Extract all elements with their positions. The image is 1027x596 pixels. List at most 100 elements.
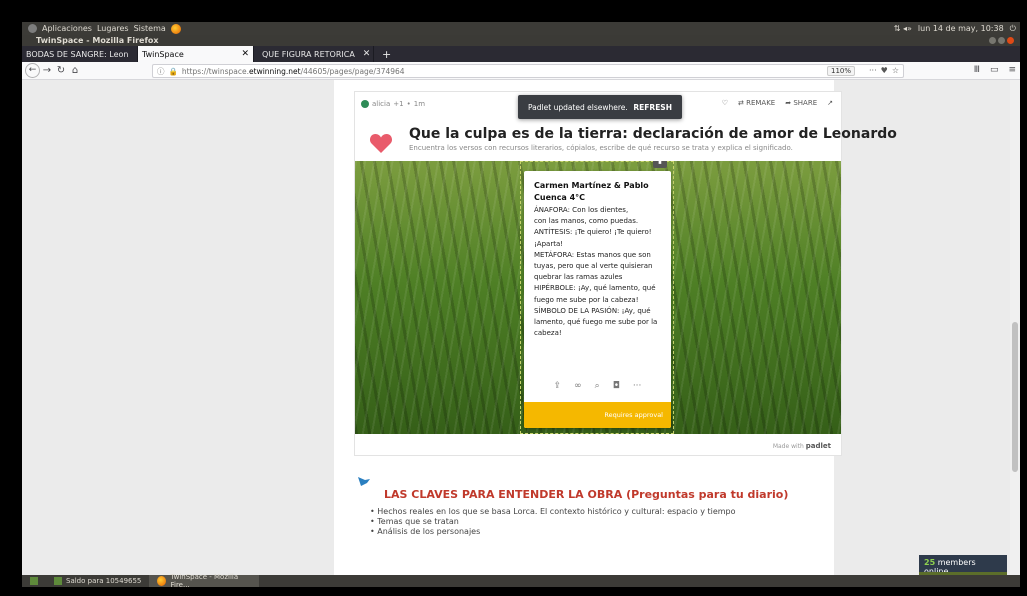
more-icon[interactable]: ··· [869, 66, 877, 75]
refresh-button[interactable]: REFRESH [633, 103, 672, 112]
padlet-title: Que la culpa es de la tierra: declaració… [409, 126, 897, 142]
padlet-embed: alicia +1 • 1m Padlet updated elsewhere.… [354, 91, 897, 456]
nav-bar: ← → ↻ ⌂ ⓘ 🔒 https://twinspace.etwinning.… [22, 62, 1020, 80]
task-firefox[interactable]: TwinSpace - Mozilla Fire... [149, 573, 260, 587]
tab-label: QUE FIGURA RETORICA [262, 49, 355, 59]
app-menu: Aplicaciones Lugares Sistema [28, 23, 181, 34]
zoom-level[interactable]: 110% [826, 66, 855, 76]
share-button[interactable]: ➦ SHARE [785, 99, 817, 107]
clock[interactable]: lun 14 de may, 10:38 [918, 24, 1004, 33]
url-text: https://twinspace.etwinning.net/44605/pa… [181, 66, 405, 76]
avatar [361, 100, 369, 108]
maximize-button[interactable] [998, 37, 1005, 44]
firefox-launcher-icon[interactable] [170, 23, 181, 34]
post-author: Carmen Martínez & Pablo Cuenca 4°C [534, 181, 649, 202]
menu-aplicaciones[interactable]: Aplicaciones [42, 24, 92, 33]
home-button[interactable]: ⌂ [68, 65, 82, 76]
requires-approval-bar: Requires approval [524, 402, 671, 428]
bookmark-star-icon[interactable]: ☆ [892, 66, 899, 75]
camera-icon[interactable]: ◘ [613, 381, 620, 391]
menu-lugares[interactable]: Lugares [97, 24, 129, 33]
toolbar-icons: Ⅲ ▭ ≡ [974, 65, 1016, 75]
link-icon[interactable]: ∞ [574, 381, 582, 391]
post-line: quebrar las ramas azules [534, 273, 623, 282]
task-label: TwinSpace - Mozilla Fire... [170, 573, 239, 587]
search-icon[interactable]: ⌕ [595, 381, 600, 391]
padlet-subtitle: Encuentra los versos con recursos litera… [409, 144, 793, 152]
scrollbar[interactable] [1010, 80, 1020, 575]
padlet-time: 1m [413, 100, 426, 108]
reload-button[interactable]: ↻ [54, 65, 68, 76]
pocket-icon[interactable]: ♥ [881, 66, 888, 75]
section-title: LAS CLAVES PARA ENTENDER LA OBRA (Pregun… [384, 488, 789, 501]
menu-sistema[interactable]: Sistema [134, 24, 166, 33]
likes-count: +1 [393, 100, 404, 108]
bird-icon [358, 477, 370, 486]
tab-figura-retorica[interactable]: QUE FIGURA RETORICA ✕ [254, 46, 374, 62]
sidebar-icon[interactable]: ▭ [990, 65, 999, 75]
window-title: TwinSpace - Mozilla Firefox [22, 35, 1020, 46]
post-line: cabeza! [534, 329, 562, 338]
close-tab-icon[interactable]: ✕ [237, 49, 249, 59]
status-area: ⇅ ◂» lun 14 de may, 10:38 ⏻ [894, 22, 1016, 35]
padlet-meta: alicia +1 • 1m [361, 100, 425, 108]
heart-outline-icon[interactable]: ♡ [722, 99, 728, 107]
heart-icon [369, 134, 393, 153]
taskbar: Saldo para 10549655 TwinSpace - Mozilla … [22, 573, 1020, 587]
new-tab-button[interactable]: + [374, 46, 399, 62]
network-icon[interactable]: ⇅ ◂» [894, 24, 912, 33]
library-icon[interactable]: Ⅲ [974, 65, 980, 75]
forward-button[interactable]: → [40, 65, 54, 76]
section-bullets: Hechos reales en los que se basa Lorca. … [370, 507, 736, 537]
close-tab-icon[interactable]: ✕ [359, 49, 371, 59]
post-line: fuego me sube por la cabeza! [534, 295, 639, 304]
desktop-icon [30, 577, 38, 585]
url-actions: ··· ♥ ☆ [869, 66, 899, 75]
post-line: HIPÉRBOLE: ¡Ay, qué lamento, qué [534, 284, 656, 293]
lock-icon[interactable]: 🔒 [169, 67, 178, 76]
post-line: tuyas, pero que al verte quisieran [534, 262, 653, 271]
padlet-wall[interactable]: Carmen Martínez & Pablo Cuenca 4°C ÁNAFO… [355, 161, 841, 434]
tab-bar: BODAS DE SANGRE: Leon ✕ TwinSpace ✕ QUE … [22, 46, 1020, 62]
tab-twinspace[interactable]: TwinSpace ✕ [138, 46, 254, 62]
show-desktop-button[interactable] [22, 575, 46, 587]
post-line: SÍMBOLO DE LA PASIÓN: ¡Ay, qué [534, 306, 651, 315]
ubuntu-logo-icon [28, 24, 37, 33]
members-count: 25 [924, 558, 936, 567]
tab-label: BODAS DE SANGRE: Leon [26, 49, 129, 59]
url-bar[interactable]: ⓘ 🔒 https://twinspace.etwinning.net/4460… [152, 64, 904, 78]
top-panel: Aplicaciones Lugares Sistema ⇅ ◂» lun 14… [22, 22, 1020, 35]
remake-button[interactable]: ⇄ REMAKE [738, 99, 775, 107]
list-item: Análisis de los personajes [370, 527, 736, 537]
post-line: con las manos, como puedas. [534, 217, 639, 226]
screen: Aplicaciones Lugares Sistema ⇅ ◂» lun 14… [0, 0, 1027, 596]
close-window-button[interactable] [1007, 37, 1014, 44]
back-button[interactable]: ← [25, 63, 40, 78]
info-icon[interactable]: ⓘ [157, 66, 165, 77]
tab-bodas[interactable]: BODAS DE SANGRE: Leon ✕ [22, 46, 138, 62]
trash-icon[interactable]: ▮ [653, 161, 667, 168]
desktop: Aplicaciones Lugares Sistema ⇅ ◂» lun 14… [22, 22, 1020, 587]
dot-separator: • [406, 100, 411, 108]
scroll-thumb[interactable] [1012, 322, 1018, 472]
post-line: METÁFORA: Estas manos que son [534, 250, 651, 259]
upload-icon[interactable]: ⇪ [554, 381, 562, 391]
post-line: ÁNAFORA: Con los dientes, [534, 206, 629, 214]
more-options-icon[interactable]: ··· [633, 381, 642, 391]
made-with-padlet[interactable]: Made with padlet [773, 442, 831, 450]
window-controls [989, 37, 1014, 44]
post-tools: ⇪ ∞ ⌕ ◘ ··· [524, 381, 671, 391]
post-line: ANTÍTESIS: ¡Te quiero! ¡Te quiero! [534, 228, 652, 237]
menu-icon[interactable]: ≡ [1008, 65, 1016, 75]
update-toast: Padlet updated elsewhere. REFRESH [518, 95, 682, 119]
list-item: Temas que se tratan [370, 517, 736, 527]
minimize-button[interactable] [989, 37, 996, 44]
toast-text: Padlet updated elsewhere. [528, 102, 628, 112]
open-external-icon[interactable]: ↗ [827, 99, 833, 107]
post-line: lamento, qué fuego me sube por la [534, 318, 658, 327]
padlet-post[interactable]: Carmen Martínez & Pablo Cuenca 4°C ÁNAFO… [524, 171, 671, 428]
padlet-author[interactable]: alicia [372, 100, 390, 108]
power-icon[interactable]: ⏻ [1010, 24, 1016, 34]
task-saldo[interactable]: Saldo para 10549655 [46, 575, 149, 587]
task-label: Saldo para 10549655 [66, 577, 142, 585]
